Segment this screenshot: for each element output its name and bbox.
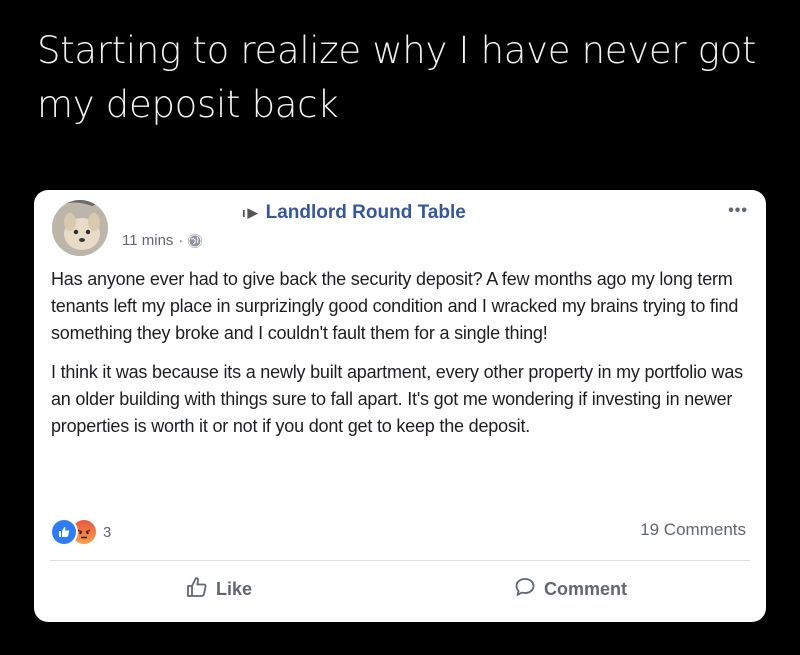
globe-icon[interactable] xyxy=(188,233,203,248)
comment-bubble-icon xyxy=(514,576,536,603)
comment-button[interactable]: Comment xyxy=(514,576,627,603)
like-reaction-icon xyxy=(50,518,78,546)
reactions-summary[interactable]: 3 xyxy=(50,518,111,546)
facebook-post-card: ı▶ Landlord Round Table 11 mins · ••• Ha… xyxy=(34,190,766,622)
post-paragraph: I think it was because its a newly built… xyxy=(51,362,743,436)
post-meta: 11 mins · xyxy=(122,232,203,249)
avatar[interactable] xyxy=(52,200,108,256)
meme-caption: Starting to realize why I have never got… xyxy=(37,29,757,126)
post-paragraph: Has anyone ever had to give back the sec… xyxy=(51,269,739,343)
thumbs-up-icon xyxy=(186,576,208,603)
post-timestamp[interactable]: 11 mins xyxy=(122,232,173,249)
group-header: ı▶ Landlord Round Table xyxy=(242,202,466,224)
shared-to-arrow-icon: ı▶ xyxy=(242,205,260,220)
more-options-icon[interactable]: ••• xyxy=(728,202,748,220)
divider xyxy=(50,560,750,561)
group-name-link[interactable]: Landlord Round Table xyxy=(266,202,466,224)
post-body: Has anyone ever had to give back the sec… xyxy=(51,266,751,452)
reaction-count: 3 xyxy=(103,523,112,541)
comments-count[interactable]: 19 Comments xyxy=(640,520,746,540)
like-button[interactable]: Like xyxy=(186,576,252,603)
like-label: Like xyxy=(216,579,253,599)
comment-label: Comment xyxy=(544,579,628,599)
meta-separator: · xyxy=(178,232,184,249)
